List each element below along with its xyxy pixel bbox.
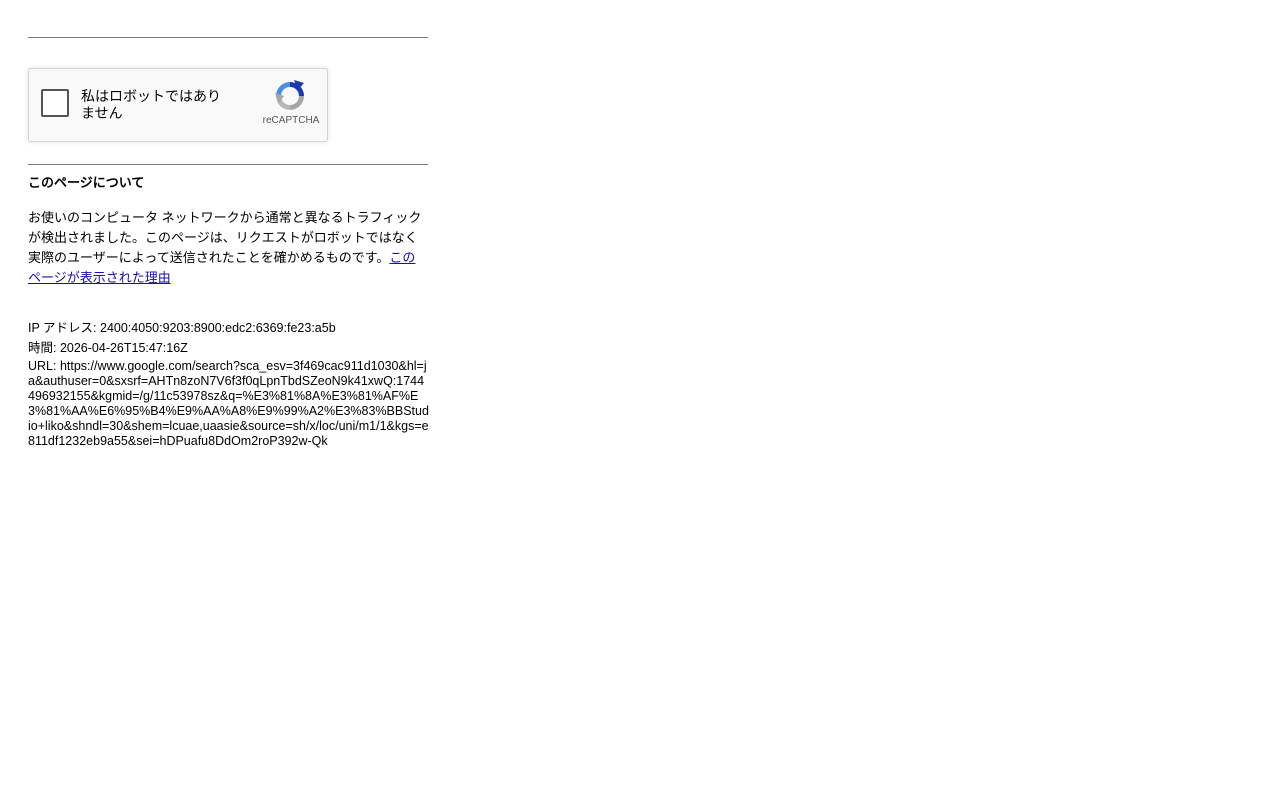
recaptcha-checkbox-label: 私はロボットではありません <box>81 88 221 121</box>
about-text: お使いのコンピュータ ネットワークから通常と異なるトラフィックが検出されました。… <box>28 210 422 265</box>
recaptcha-brand-label: reCAPTCHA <box>262 115 320 126</box>
request-url: URL: https://www.google.com/search?sca_e… <box>28 359 429 448</box>
top-divider <box>28 37 428 38</box>
recaptcha-checkbox[interactable] <box>41 89 69 117</box>
timestamp: 時間: 2026-04-26T15:47:16Z <box>28 341 188 355</box>
middle-divider <box>28 164 428 165</box>
recaptcha-logo-icon <box>275 80 304 110</box>
about-heading: このページについて <box>28 175 145 190</box>
recaptcha-widget: 私はロボットではありません reCAPTCHA <box>28 68 328 142</box>
about-paragraph: お使いのコンピュータ ネットワークから通常と異なるトラフィックが検出されました。… <box>28 208 428 288</box>
ip-address: IP アドレス: 2400:4050:9203:8900:edc2:6369:f… <box>28 321 336 335</box>
